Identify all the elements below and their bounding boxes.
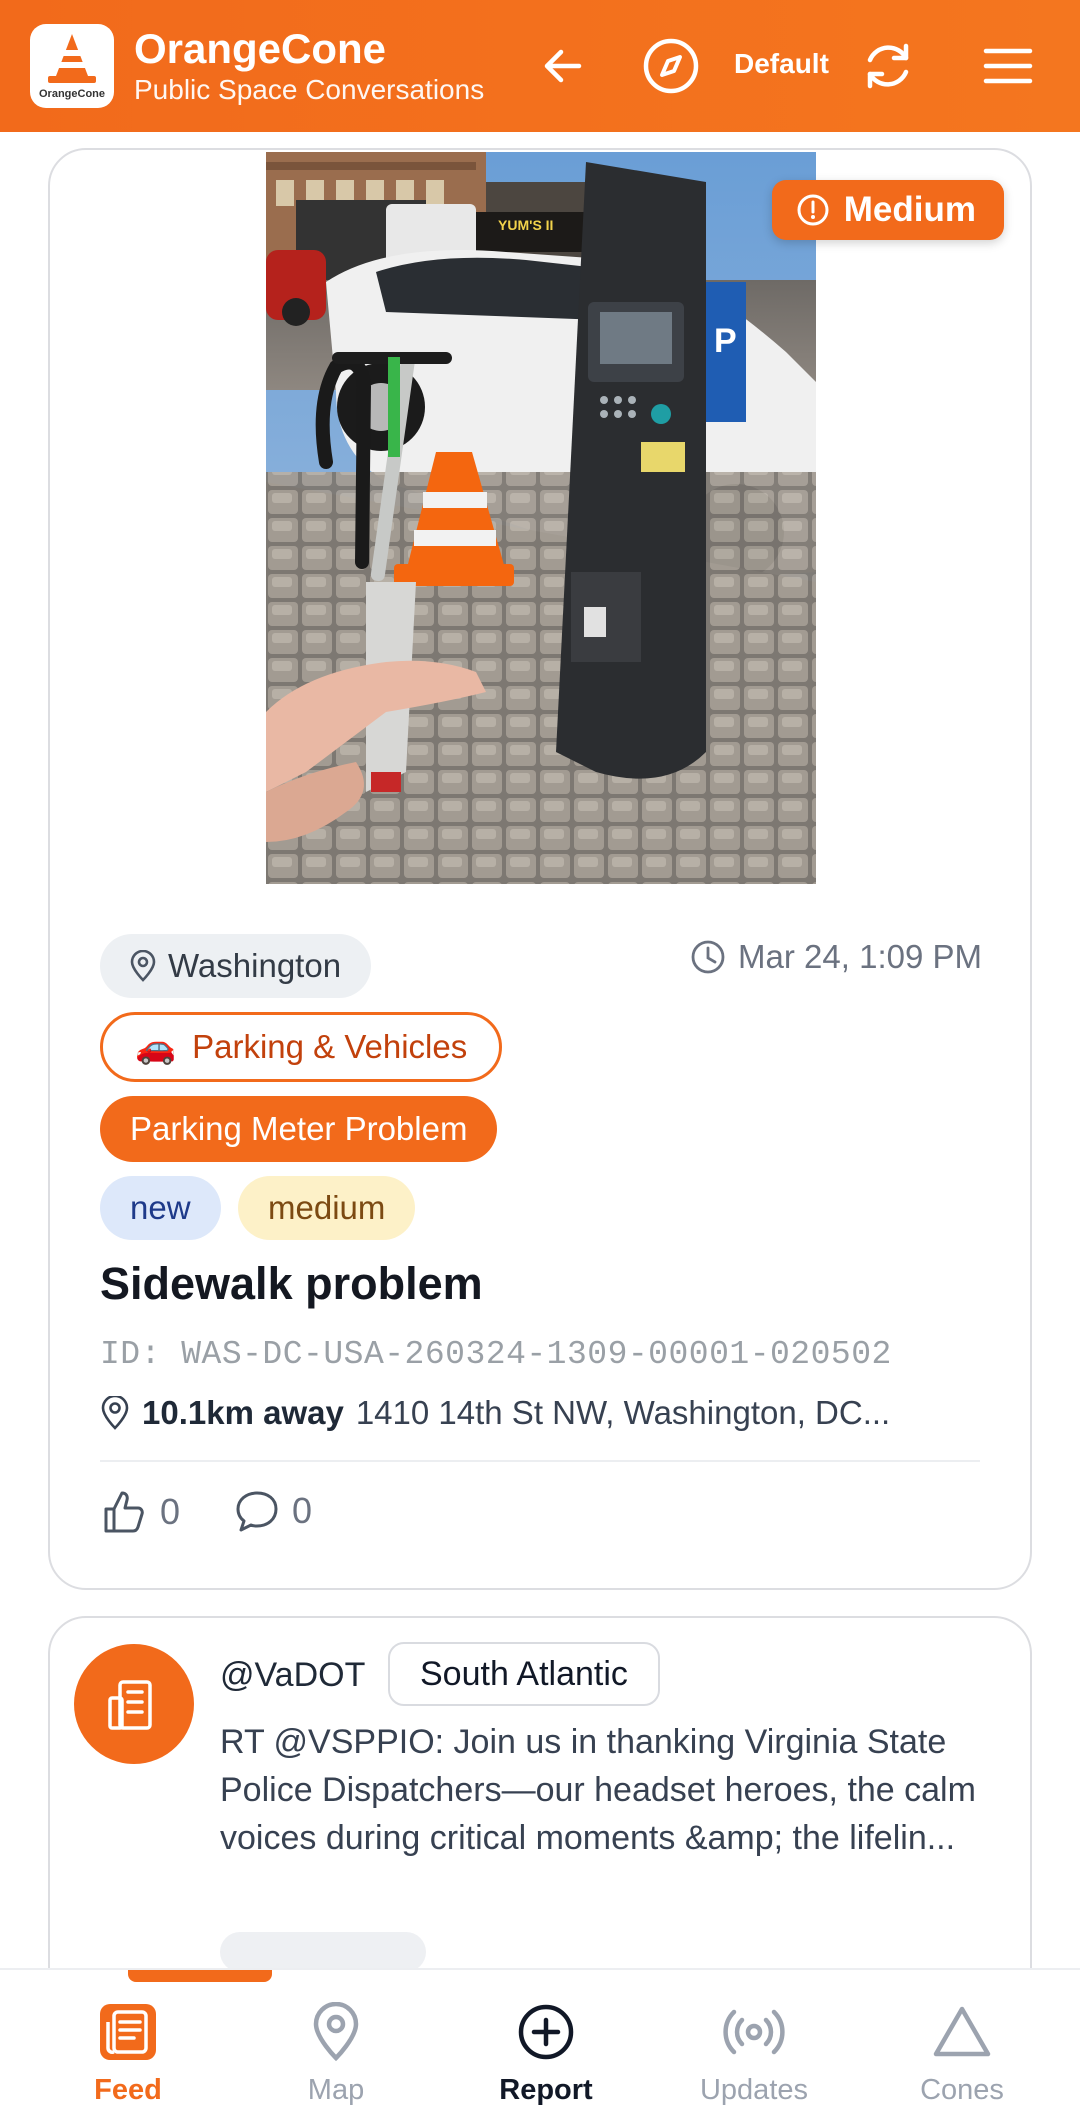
category-label: Parking & Vehicles <box>192 1028 468 1065</box>
top-app-bar: OrangeCone OrangeCone Public Space Conve… <box>0 0 1080 132</box>
agency-avatar <box>74 1644 194 1764</box>
nav-cones-label: Cones <box>920 2074 1004 2106</box>
subcategory-chip[interactable]: Parking Meter Problem <box>100 1096 498 1162</box>
svg-text:YUM'S II: YUM'S II <box>498 217 553 233</box>
cone-triangle-icon <box>928 1998 996 2066</box>
app-root: OrangeCone OrangeCone Public Space Conve… <box>0 0 1080 2115</box>
active-tab-indicator <box>128 1970 272 1982</box>
region-label: South Atlantic <box>420 1654 628 1693</box>
status-tag-new: new <box>100 1176 221 1240</box>
like-button[interactable]: 0 <box>100 1488 180 1536</box>
nav-map-label: Map <box>307 2074 365 2106</box>
region-badge: South Atlantic <box>388 1642 660 1706</box>
report-card[interactable]: YUM'S II P Medium Washington Mar 24, 1:0… <box>48 148 1032 1590</box>
building-icon <box>108 1680 152 1730</box>
app-logo[interactable]: OrangeCone <box>30 24 114 108</box>
subcategory-label: Parking Meter Problem <box>130 1110 468 1147</box>
nav-updates[interactable]: Updates <box>674 1998 834 2107</box>
map-pin-icon <box>101 1396 129 1430</box>
nav-updates-label: Updates <box>699 2074 808 2106</box>
broadcast-icon <box>720 1998 788 2066</box>
plus-circle-icon <box>512 1998 580 2066</box>
compass-icon[interactable] <box>641 36 701 96</box>
nav-feed[interactable]: Feed <box>48 1998 208 2107</box>
card-divider <box>100 1460 980 1462</box>
map-pin-icon <box>302 1998 370 2066</box>
street-photo-illustration: YUM'S II P <box>266 152 816 884</box>
category-chip[interactable]: 🚗 Parking & Vehicles <box>100 1012 503 1082</box>
thumbs-up-icon <box>104 1491 144 1533</box>
app-subtitle: Public Space Conversations <box>134 74 485 105</box>
location-label: Washington <box>168 947 342 984</box>
comment-button[interactable]: 0 <box>234 1488 312 1534</box>
menu-icon[interactable] <box>978 36 1038 96</box>
report-address: 10.1km away 1410 14th St NW, Washington,… <box>100 1394 980 1432</box>
like-count: 0 <box>160 1491 181 1532</box>
feed-icon <box>94 1998 162 2066</box>
address-text: 1410 14th St NW, Washington, DC... <box>355 1394 891 1431</box>
nav-feed-label: Feed <box>94 2074 162 2106</box>
severity-label: Medium <box>843 190 976 229</box>
alert-circle-icon <box>797 194 829 226</box>
brand: OrangeCone Public Space Conversations <box>134 25 484 107</box>
map-pin-icon <box>130 950 156 982</box>
report-photo[interactable]: YUM'S II P <box>266 152 816 884</box>
priority-tag-label: medium <box>268 1189 386 1226</box>
nav-report[interactable]: Report <box>466 1998 626 2107</box>
post-action-placeholder <box>220 1932 426 1972</box>
profile-selector[interactable]: Default <box>734 48 829 80</box>
refresh-icon[interactable] <box>858 36 918 96</box>
car-icon: 🚗 <box>135 1027 177 1065</box>
svg-text:P: P <box>714 322 737 360</box>
post-text[interactable]: RT @VSPPIO: Join us in thanking Virginia… <box>220 1718 1000 1862</box>
traffic-cone-logo-icon <box>48 34 96 83</box>
nav-report-label: Report <box>499 2074 593 2106</box>
report-id: ID: WAS-DC-USA-260324-1309-00001-020502 <box>100 1336 892 1373</box>
severity-badge: Medium <box>771 180 1004 240</box>
report-title[interactable]: Sidewalk problem <box>100 1258 483 1310</box>
status-tag-label: new <box>130 1189 191 1226</box>
priority-tag-medium: medium <box>238 1176 416 1240</box>
comment-bubble-icon <box>236 1491 278 1532</box>
location-chip[interactable]: Washington <box>100 934 372 998</box>
distance-text: 10.1km away <box>142 1394 344 1431</box>
comment-count: 0 <box>292 1490 313 1531</box>
timestamp-text: Mar 24, 1:09 PM <box>738 938 982 975</box>
bottom-navigation: Feed Map Report Updates Cones <box>0 1968 1080 2115</box>
post-handle[interactable]: @VaDOT <box>220 1656 365 1695</box>
logo-wordmark: OrangeCone <box>38 88 105 100</box>
nav-cones[interactable]: Cones <box>882 1998 1042 2107</box>
nav-map[interactable]: Map <box>256 1998 416 2107</box>
clock-icon <box>691 940 725 974</box>
app-title: OrangeCone <box>134 25 387 72</box>
back-arrow-icon[interactable] <box>533 36 593 96</box>
report-timestamp: Mar 24, 1:09 PM <box>690 938 982 976</box>
